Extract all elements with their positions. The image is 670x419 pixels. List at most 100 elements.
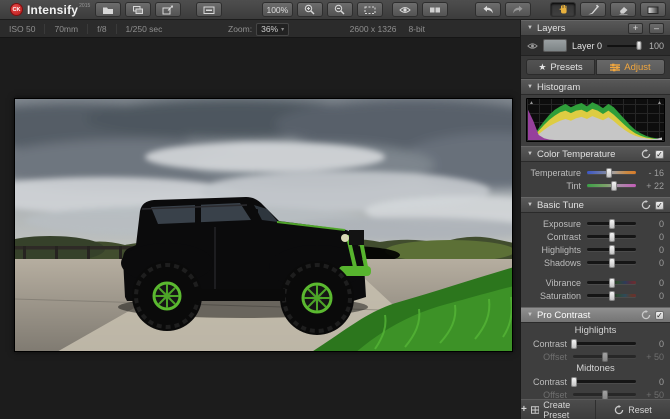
tint-slider-row: Tint + 22 xyxy=(521,179,670,192)
temperature-slider[interactable] xyxy=(587,171,636,174)
pc-highlights-contrast-slider[interactable] xyxy=(573,342,636,345)
info-bar: ISO 50 70mm f/8 1/250 sec Zoom: 36% ▾ 26… xyxy=(0,20,520,38)
tint-slider[interactable] xyxy=(587,184,636,187)
shutter-value: 1/250 sec xyxy=(117,24,172,34)
layer-opacity-slider[interactable] xyxy=(607,45,641,47)
tint-value: + 22 xyxy=(636,181,664,191)
zoom-out-button[interactable] xyxy=(327,2,353,17)
bit-depth-value: 8-bit xyxy=(408,24,425,34)
shadows-thumb[interactable] xyxy=(609,258,615,268)
pro-contrast-panel-header[interactable]: ▼ Pro Contrast ✓ xyxy=(521,307,670,323)
main-toolbar: CK Intensify2015 100% xyxy=(0,0,670,20)
zoom-100-label: 100% xyxy=(266,5,288,15)
exposure-slider[interactable] xyxy=(587,222,636,225)
brush-icon xyxy=(587,4,599,15)
vibrance-thumb[interactable] xyxy=(609,278,615,288)
eraser-icon xyxy=(617,5,629,15)
sidebar-footer: + Create Preset Reset xyxy=(521,399,670,419)
preset-grid-icon xyxy=(531,406,539,414)
undo-button[interactable] xyxy=(475,2,501,17)
gradient-icon xyxy=(647,5,659,15)
exif-info: ISO 50 70mm f/8 1/250 sec xyxy=(0,24,171,34)
contrast-slider[interactable] xyxy=(587,235,636,238)
fit-screen-icon xyxy=(364,5,376,15)
layer-visibility-eye-icon[interactable] xyxy=(527,42,538,50)
panel-reset-icon[interactable] xyxy=(641,200,651,210)
pc-highlights-contrast-thumb[interactable] xyxy=(571,339,577,349)
shadows-slider-row: Shadows 0 xyxy=(521,256,670,269)
histogram-panel-header[interactable]: ▼ Histogram xyxy=(521,79,670,95)
panel-enabled-checkbox[interactable]: ✓ xyxy=(655,201,664,210)
export-button[interactable] xyxy=(155,2,181,17)
jeep-photo-illustration xyxy=(15,99,513,352)
color-temperature-panel-header[interactable]: ▼ Color Temperature ✓ xyxy=(521,146,670,162)
app-title-sup: 2015 xyxy=(79,3,90,9)
folder-icon xyxy=(102,5,114,15)
basic-tune-panel-header[interactable]: ▼ Basic Tune ✓ xyxy=(521,197,670,213)
layer-opacity-thumb[interactable] xyxy=(637,41,642,50)
brush-tool-button[interactable] xyxy=(580,2,606,17)
collapse-triangle-icon: ▼ xyxy=(527,84,533,90)
layer-row[interactable]: Layer 0 100 xyxy=(521,36,670,56)
pc-midtones-contrast-row: Contrast 0 xyxy=(521,375,670,388)
saturation-thumb[interactable] xyxy=(609,291,615,301)
tab-presets-label: Presets xyxy=(550,62,582,73)
fit-screen-button[interactable] xyxy=(357,2,383,17)
tint-thumb[interactable] xyxy=(611,181,617,191)
pc-midtones-contrast-slider[interactable] xyxy=(573,380,636,383)
preview-toggle-button[interactable] xyxy=(392,2,418,17)
zoom-100-button[interactable]: 100% xyxy=(262,2,293,17)
remove-layer-button[interactable]: – xyxy=(649,23,664,34)
contrast-thumb[interactable] xyxy=(609,232,615,242)
hand-tool-button[interactable] xyxy=(550,2,576,17)
pc-highlights-offset-thumb[interactable] xyxy=(602,352,608,362)
layer-opacity-value: 100 xyxy=(646,41,664,51)
shadows-slider[interactable] xyxy=(587,261,636,264)
redo-button[interactable] xyxy=(505,2,531,17)
tint-label: Tint xyxy=(527,181,587,191)
vibrance-slider-row: Vibrance 0 xyxy=(521,276,670,289)
highlights-thumb[interactable] xyxy=(609,245,615,255)
panel-enabled-checkbox[interactable]: ✓ xyxy=(655,150,664,159)
tab-presets[interactable]: ★ Presets xyxy=(526,59,595,75)
vibrance-slider[interactable] xyxy=(587,281,636,284)
zoom-in-button[interactable] xyxy=(297,2,323,17)
create-preset-button[interactable]: + Create Preset xyxy=(521,400,595,419)
eye-icon xyxy=(399,6,411,14)
panel-reset-icon[interactable] xyxy=(641,310,651,320)
eraser-tool-button[interactable] xyxy=(610,2,636,17)
highlights-slider[interactable] xyxy=(587,248,636,251)
tab-adjust[interactable]: Adjust xyxy=(596,59,665,75)
panel-reset-icon[interactable] xyxy=(641,149,651,159)
app-logo-badge-icon: CK xyxy=(10,3,23,16)
pc-highlights-offset-slider[interactable] xyxy=(573,355,636,358)
pc-offset-label: Offset xyxy=(527,352,573,362)
pc-highlights-heading: Highlights xyxy=(521,325,670,337)
panel-enabled-checkbox[interactable]: ✓ xyxy=(655,311,664,320)
zoom-label: Zoom: xyxy=(228,24,252,34)
duplicate-button[interactable] xyxy=(125,2,151,17)
compare-view-button[interactable] xyxy=(422,2,448,17)
open-file-button[interactable] xyxy=(95,2,121,17)
vibrance-value: 0 xyxy=(636,278,664,288)
temperature-label: Temperature xyxy=(527,168,587,178)
zoom-level-dropdown[interactable]: 36% ▾ xyxy=(256,23,289,36)
photo-canvas[interactable] xyxy=(14,98,513,352)
pc-midtones-offset-slider[interactable] xyxy=(573,393,636,396)
saturation-slider[interactable] xyxy=(587,294,636,297)
pc-offset-label: Offset xyxy=(527,390,573,400)
chevron-down-icon: ▾ xyxy=(281,26,284,33)
gradient-mask-tool-button[interactable] xyxy=(640,2,666,17)
contrast-slider-row: Contrast 0 xyxy=(521,230,670,243)
add-layer-button[interactable]: + xyxy=(628,23,643,34)
pc-midtones-offset-thumb[interactable] xyxy=(602,390,608,400)
exposure-thumb[interactable] xyxy=(609,219,615,229)
zoom-control: Zoom: 36% ▾ xyxy=(228,20,289,38)
histogram-panel-title: Histogram xyxy=(537,82,580,93)
layers-panel-header[interactable]: ▼ Layers + – xyxy=(521,20,670,36)
pc-midtones-contrast-thumb[interactable] xyxy=(571,377,577,387)
toggle-panel-button[interactable] xyxy=(196,2,222,17)
temperature-thumb[interactable] xyxy=(606,168,612,178)
highlights-value: 0 xyxy=(636,245,664,255)
reset-button[interactable]: Reset xyxy=(595,400,670,419)
